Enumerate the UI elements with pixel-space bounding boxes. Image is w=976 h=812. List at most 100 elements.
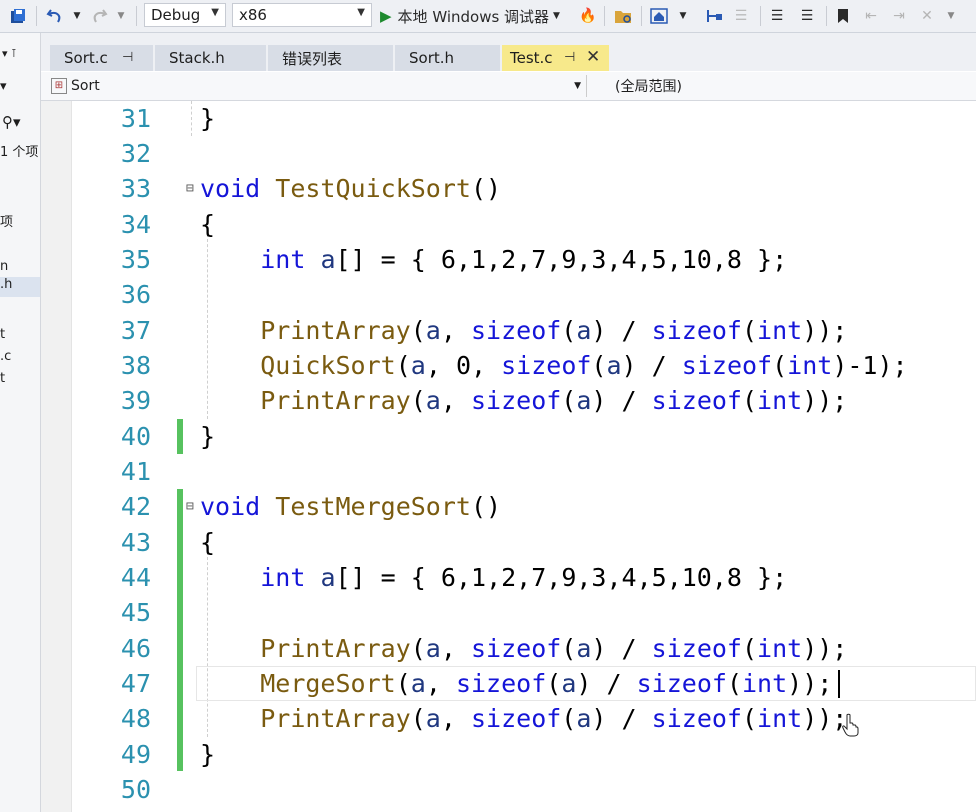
code-line[interactable]: void TestMergeSort() [200, 489, 501, 524]
code-line[interactable]: void TestQuickSort() [200, 171, 501, 206]
config-dropdown[interactable]: Debug ▼ [144, 3, 226, 27]
punctuation-token: )); [802, 634, 848, 663]
collapse-icon[interactable]: ⊟ [186, 499, 194, 514]
code-line[interactable]: } [200, 419, 215, 454]
line-number: 39 [120, 386, 151, 415]
pin-icon[interactable]: ⊣ [122, 50, 133, 65]
collapse-icon[interactable]: ⊟ [186, 181, 194, 196]
close-icon[interactable]: ✕ [586, 47, 600, 67]
punctuation-token: () [470, 492, 502, 521]
identifier-token: a [410, 351, 426, 380]
code-line[interactable]: int a[] = { 6,1,2,7,9,3,4,5,10,8 }; [200, 560, 787, 595]
tab-error-list[interactable]: 错误列表 [268, 45, 394, 71]
code-editor[interactable]: ⊟ ⊟ 31 32 33 34 35 36 37 38 39 40 41 42 … [41, 101, 976, 812]
mouse-pointer-icon [841, 713, 859, 741]
bookmark-icon[interactable] [832, 4, 854, 28]
undo-dropdown-icon[interactable]: ▼ [70, 4, 84, 28]
left-item[interactable]: .c [0, 349, 11, 364]
next-bookmark-icon[interactable]: ⇥ [888, 4, 910, 28]
punctuation-token: } [200, 422, 216, 451]
scope-label: Sort [71, 78, 100, 94]
hot-reload-icon[interactable]: 🔥 [578, 4, 598, 28]
punctuation-token: / [621, 316, 637, 345]
dropdown-icon[interactable]: ▼ [944, 4, 958, 28]
tab-sort-c[interactable]: Sort.c ⊣ [50, 45, 154, 71]
navigation-bar: ⊞ Sort ▼ (全局范围) [41, 72, 976, 101]
pin-icon[interactable]: ⊣ [564, 50, 575, 65]
code-line[interactable]: { [200, 207, 215, 242]
code-line[interactable]: PrintArray(a, sizeof(a) / sizeof(int)); [200, 383, 847, 418]
redo-icon[interactable] [88, 4, 110, 28]
keyword-token: int [757, 386, 803, 415]
function-token: QuickSort [260, 351, 396, 380]
code-line[interactable]: int a[] = { 6,1,2,7,9,3,4,5,10,8 }; [200, 242, 787, 277]
folder-icon[interactable] [612, 4, 634, 28]
code-line[interactable]: QuickSort(a, 0, sizeof(a) / sizeof(int)-… [200, 348, 907, 383]
punctuation-token: { [200, 528, 216, 557]
chevron-down-icon[interactable]: ▾ [0, 79, 7, 94]
redo-dropdown-icon[interactable]: ▼ [114, 4, 128, 28]
code-line[interactable]: PrintArray(a, sizeof(a) / sizeof(int)); [200, 313, 847, 348]
search-icon[interactable]: ⚲▾ [2, 113, 21, 131]
run-debugger-button[interactable]: ▶ 本地 Windows 调试器 ▼ [380, 4, 576, 28]
punctuation-token: / [621, 634, 637, 663]
tab-test-c[interactable]: Test.c ⊣ ✕ [502, 45, 610, 71]
clear-bookmark-icon[interactable]: ✕ [916, 4, 938, 28]
code-line[interactable]: PrintArray(a, sizeof(a) / sizeof(int)); [200, 701, 847, 736]
punctuation-token: ( [741, 704, 758, 733]
code-line[interactable]: PrintArray(a, sizeof(a) / sizeof(int)); [200, 631, 847, 666]
line-number: 50 [120, 775, 151, 804]
save-all-icon[interactable] [6, 4, 30, 28]
punctuation-token: , [425, 351, 441, 380]
tab-stack-h[interactable]: Stack.h [155, 45, 267, 71]
line-number: 44 [120, 563, 151, 592]
left-item[interactable]: t [0, 371, 5, 386]
panel-menu-icon[interactable]: ▾ ⊺ [2, 47, 17, 60]
platform-dropdown[interactable]: x86 ▼ [232, 3, 372, 27]
keyword-token: int [757, 704, 803, 733]
punctuation-token: ( [395, 669, 411, 698]
left-item-label: .h [0, 277, 13, 292]
run-label: 本地 Windows 调试器 [397, 7, 550, 26]
tab-sort-h[interactable]: Sort.h [395, 45, 501, 71]
chevron-down-icon: ▼ [553, 11, 560, 21]
left-item[interactable]: t [0, 327, 5, 342]
step-icon[interactable] [704, 4, 726, 28]
dropdown-icon[interactable]: ▼ [676, 4, 690, 28]
global-scope-label: (全局范围) [615, 79, 682, 95]
punctuation-token: ) [591, 386, 607, 415]
code-line[interactable]: MergeSort(a, sizeof(a) / sizeof(int)); [200, 666, 832, 701]
tab-label: Stack.h [169, 49, 225, 67]
keyword-token: int [260, 563, 306, 592]
punctuation-token: ( [591, 351, 607, 380]
keyword-token: int [260, 245, 306, 274]
prev-bookmark-icon[interactable]: ⇤ [860, 4, 882, 28]
align-right-icon[interactable]: ☰ [796, 4, 818, 28]
indicator-margin[interactable] [41, 101, 72, 812]
left-item[interactable]: n [0, 259, 8, 274]
punctuation-token: ( [546, 669, 562, 698]
code-line[interactable]: } [200, 737, 215, 772]
function-token: PrintArray [260, 316, 411, 345]
keyword-token: int [757, 634, 803, 663]
align-icon[interactable]: ☰ [766, 4, 788, 28]
home-icon[interactable] [648, 4, 670, 28]
line-number: 36 [120, 280, 151, 309]
run-icon: ▶ [380, 7, 392, 25]
global-scope-dropdown[interactable]: (全局范围) [615, 75, 970, 97]
code-line[interactable]: } [200, 101, 215, 136]
indent-icon[interactable]: ☰ [730, 4, 752, 28]
scope-dropdown[interactable]: ⊞ Sort ▼ [51, 75, 583, 97]
undo-icon[interactable] [44, 4, 66, 28]
keyword-token: void [200, 492, 261, 521]
punctuation-token: / [651, 351, 667, 380]
code-line[interactable]: { [200, 525, 215, 560]
identifier-token: a [425, 386, 441, 415]
left-item-selected[interactable]: .h [0, 277, 40, 297]
